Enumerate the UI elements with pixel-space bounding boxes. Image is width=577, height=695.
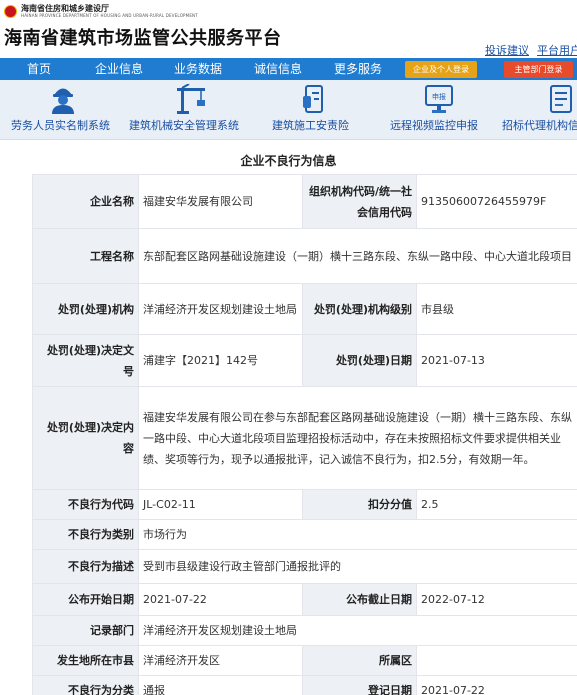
nav-home[interactable]: 首页 [27, 58, 51, 80]
complaint-link[interactable]: 投诉建议 [485, 44, 529, 57]
table-row: 不良行为描述 受到市县级建设行政主管部门通报批评的 [32, 549, 577, 584]
table-row: 公布开始日期 2021-07-22 公布截止日期 2022-07-12 [32, 583, 577, 616]
top-links: 投诉建议 平台用户 [477, 42, 577, 58]
category-value: 市场行为 [138, 519, 577, 550]
reg-date-value: 2021-07-22 [416, 675, 577, 695]
system-safety-insurance[interactable]: 建筑施工安责险 [255, 80, 380, 140]
description-label: 不良行为描述 [32, 549, 139, 584]
bad-code-value: JL-C02-11 [138, 489, 303, 520]
decision-date-label: 处罚(处理)日期 [302, 334, 417, 387]
system-bidding-agency[interactable]: 招标代理机构信 [500, 80, 577, 140]
site-header: 海南省住房和城乡建设厅 HAINAN PROVINCE DEPARTMENT O… [0, 0, 577, 58]
district-label: 所属区 [302, 645, 417, 676]
document-icon [550, 85, 572, 113]
reg-date-label: 登记日期 [302, 675, 417, 695]
bad-code-label: 不良行为代码 [32, 489, 139, 520]
authority-level-label: 处罚(处理)机构级别 [302, 283, 417, 335]
project-value: 东部配套区路网基础设施建设（一期）横十三路东段、东纵一路中段、中心大道北段项目 [138, 228, 577, 284]
system-label: 劳务人员实名制系统 [11, 119, 110, 132]
project-label: 工程名称 [32, 228, 139, 284]
monitor-icon: 申报 [425, 85, 453, 113]
system-label: 建筑施工安责险 [272, 119, 349, 132]
decision-no-label: 处罚(处理)决定文号 [32, 334, 139, 387]
district-value [416, 645, 577, 676]
decision-date-value: 2021-07-13 [416, 334, 577, 387]
table-row: 记录部门 洋浦经济开发区规划建设土地局 [32, 615, 577, 646]
record-dept-value: 洋浦经济开发区规划建设土地局 [138, 615, 577, 646]
class-label: 不良行为分类 [32, 675, 139, 695]
table-row: 处罚(处理)决定内容 福建安华发展有限公司在参与东部配套区路网基础设施建设（一期… [32, 386, 577, 490]
table-row: 不良行为类别 市场行为 [32, 519, 577, 550]
table-row: 不良行为分类 通报 登记日期 2021-07-22 [32, 675, 577, 695]
company-name-value: 福建安华发展有限公司 [138, 174, 303, 229]
table-row: 处罚(处理)决定文号 浦建字【2021】142号 处罚(处理)日期 2021-0… [32, 334, 577, 387]
system-label: 建筑机械安全管理系统 [129, 119, 239, 132]
category-label: 不良行为类别 [32, 519, 139, 550]
pub-start-value: 2021-07-22 [138, 583, 303, 616]
org-code-value: 91350600726455979F [416, 174, 577, 229]
table-row: 处罚(处理)机构 洋浦经济开发区规划建设土地局 处罚(处理)机构级别 市县级 [32, 283, 577, 335]
city-value: 洋浦经济开发区 [138, 645, 303, 676]
svg-text:申报: 申报 [432, 92, 446, 101]
org-english-name: HAINAN PROVINCE DEPARTMENT OF HOUSING AN… [21, 13, 198, 18]
pub-end-label: 公布截止日期 [302, 583, 417, 616]
pub-end-value: 2022-07-12 [416, 583, 577, 616]
decision-content-label: 处罚(处理)决定内容 [32, 386, 139, 490]
system-shortcuts: 劳务人员实名制系统 建筑机械安全管理系统 建筑施工安责险 申报 远程视频监控申报 [0, 80, 577, 140]
record-dept-label: 记录部门 [32, 615, 139, 646]
description-value: 受到市县级建设行政主管部门通报批评的 [138, 549, 577, 584]
platform-user-link[interactable]: 平台用户 [537, 44, 577, 57]
admin-login-button[interactable]: 主管部门登录 [504, 61, 573, 78]
decision-content-value: 福建安华发展有限公司在参与东部配套区路网基础设施建设（一期）横十三路东段、东纵一… [138, 386, 577, 490]
org-code-label: 组织机构代码/统一社会信用代码 [302, 174, 417, 229]
worker-icon [52, 88, 74, 114]
nav-credit-info[interactable]: 诚信信息 [254, 58, 302, 80]
pub-start-label: 公布开始日期 [32, 583, 139, 616]
authority-level-value: 市县级 [416, 283, 577, 335]
crane-icon [177, 84, 205, 114]
system-label: 远程视频监控申报 [390, 119, 478, 132]
system-worker-realname[interactable]: 劳务人员实名制系统 [0, 80, 125, 140]
decision-no-value: 浦建字【2021】142号 [138, 334, 303, 387]
deduct-label: 扣分分值 [302, 489, 417, 520]
system-machinery-safety[interactable]: 建筑机械安全管理系统 [125, 80, 255, 140]
site-title: 海南省建筑市场监管公共服务平台 [4, 28, 282, 49]
section-title: 企业不良行为信息 [240, 154, 337, 168]
deduct-value: 2.5 [416, 489, 577, 520]
table-row: 不良行为代码 JL-C02-11 扣分分值 2.5 [32, 489, 577, 520]
emblem-icon [4, 4, 17, 18]
system-video-monitoring[interactable]: 申报 远程视频监控申报 [380, 80, 500, 140]
enterprise-login-button[interactable]: 企业及个人登录 [405, 61, 477, 78]
class-value: 通报 [138, 675, 303, 695]
authority-label: 处罚(处理)机构 [32, 283, 139, 335]
main-nav: 首页 企业信息 业务数据 诚信信息 更多服务 企业及个人登录 主管部门登录 [0, 58, 577, 80]
insurance-icon [303, 85, 323, 113]
nav-enterprise-info[interactable]: 企业信息 [95, 58, 143, 80]
bad-behavior-table: 企业名称 福建安华发展有限公司 组织机构代码/统一社会信用代码 91350600… [32, 174, 577, 695]
company-name-label: 企业名称 [32, 174, 139, 229]
city-label: 发生地所在市县 [32, 645, 139, 676]
nav-business-data[interactable]: 业务数据 [174, 58, 222, 80]
org-name: 海南省住房和城乡建设厅 [21, 4, 109, 13]
table-row: 发生地所在市县 洋浦经济开发区 所属区 [32, 645, 577, 676]
table-row: 企业名称 福建安华发展有限公司 组织机构代码/统一社会信用代码 91350600… [32, 174, 577, 229]
authority-value: 洋浦经济开发区规划建设土地局 [138, 283, 303, 335]
system-label: 招标代理机构信 [502, 119, 577, 132]
nav-more-services[interactable]: 更多服务 [334, 58, 382, 80]
table-row: 工程名称 东部配套区路网基础设施建设（一期）横十三路东段、东纵一路中段、中心大道… [32, 228, 577, 284]
org-logo[interactable]: 海南省住房和城乡建设厅 HAINAN PROVINCE DEPARTMENT O… [4, 4, 198, 18]
